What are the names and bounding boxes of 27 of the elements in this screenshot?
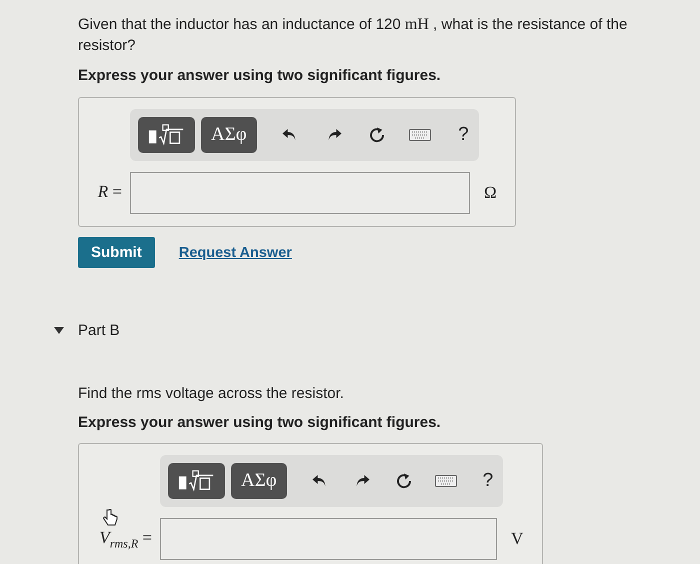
reset-icon [394, 472, 413, 490]
variable-label: R = [98, 182, 122, 202]
reset-icon [368, 126, 386, 144]
unit-label: V [511, 529, 524, 549]
fraction-root-icon [178, 469, 215, 493]
question-text: Find the rms voltage across the resistor. [78, 384, 345, 404]
part-title[interactable]: Part B [78, 322, 120, 339]
question-text: Given that the inductor has an inductance of 120 mH , what is the resistance of the resistor? [78, 15, 628, 56]
instruction-text: Express your answer using two significant figures. [78, 66, 442, 86]
variable-label: V$_{rms,R}$ = [99, 528, 152, 552]
fraction-root-icon [148, 123, 185, 147]
templates-button[interactable] [168, 463, 225, 499]
unit-label: Ω [484, 183, 497, 203]
hand-cursor-icon [102, 509, 118, 527]
submit-button[interactable]: Submit [78, 237, 155, 268]
help-button[interactable]: ? [448, 124, 479, 146]
expand-triangle-icon[interactable] [54, 327, 64, 334]
answer-input-field[interactable] [160, 518, 497, 560]
greek-symbols-button[interactable]: ΑΣφ [231, 463, 287, 499]
instruction-text: Express your answer using two significant figures. [78, 413, 442, 433]
help-button[interactable]: ? [472, 470, 503, 492]
keyboard-icon [409, 129, 432, 141]
request-answer-link[interactable]: Request Answer [178, 244, 292, 260]
greek-symbols-button[interactable]: ΑΣφ [201, 117, 257, 153]
templates-button[interactable] [138, 117, 195, 153]
answer-input-field[interactable] [130, 172, 470, 214]
keyboard-icon [434, 475, 457, 487]
